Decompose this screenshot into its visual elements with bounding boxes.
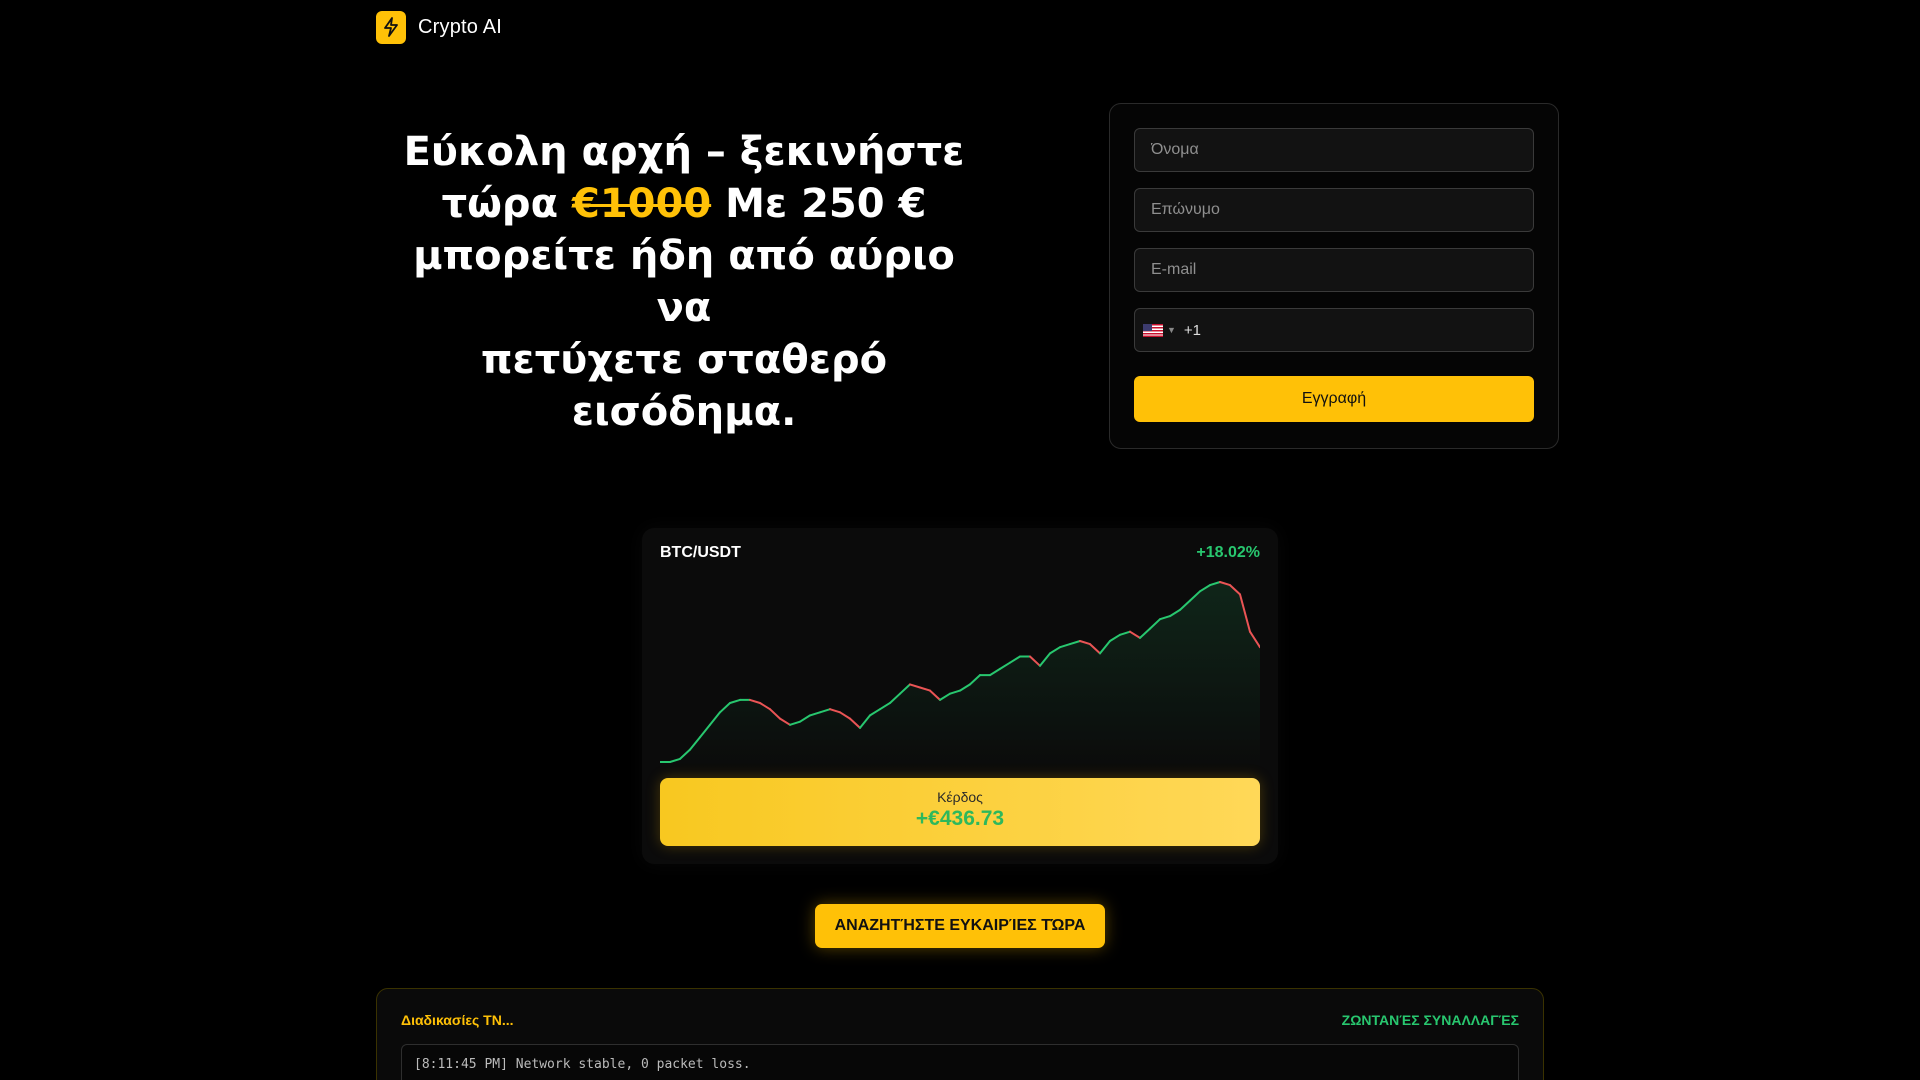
header: Crypto AI [376, 10, 502, 44]
phone-input[interactable] [1201, 309, 1533, 351]
price-change: +18.02% [1196, 544, 1260, 561]
register-button[interactable]: Εγγραφή [1134, 376, 1534, 422]
email-field[interactable] [1134, 248, 1534, 292]
hero-line-2: τώρα €1000 Με 250 € [384, 178, 984, 230]
live-trades-label: ΖΩΝΤΑΝΈΣ ΣΥΝΑΛΛΑΓΈΣ [1341, 1012, 1519, 1028]
profit-label: Κέρδος [937, 789, 983, 805]
terminal-panel: Διαδικασίες TN... ΖΩΝΤΑΝΈΣ ΣΥΝΑΛΛΑΓΈΣ [8… [376, 988, 1544, 1080]
profit-value: +€436.73 [915, 807, 1005, 830]
log-box: [8:11:45 PM] Network stable, 0 packet lo… [401, 1044, 1519, 1080]
terminal-title: Διαδικασίες TN... [401, 1012, 514, 1028]
dial-code: +1 [1183, 321, 1202, 339]
logo[interactable] [376, 10, 406, 44]
trading-pair: BTC/USDT [660, 544, 741, 561]
hero-line-2-post: Με 250 € [725, 181, 927, 227]
chart-area [660, 582, 1260, 772]
price-chart [660, 581, 1260, 772]
profit-box: Κέρδος +€436.73 [660, 778, 1260, 846]
hero-line-3: μπορείτε ήδη από αύριο να [413, 233, 955, 331]
hero-line-1: Εύκολη αρχή – ξεκινήστε [403, 129, 965, 175]
us-flag-icon[interactable] [1143, 323, 1163, 337]
hero-line-2-pre: τώρα [441, 181, 559, 227]
chart-card: BTC/USDT +18.02% Κέρδος +€436.73 [642, 528, 1278, 864]
phone-field: ▼ +1 [1134, 308, 1534, 352]
signup-form: ▼ +1 Εγγραφή [1109, 103, 1559, 449]
hero-headline: Εύκολη αρχή – ξεκινήστε τώρα €1000 Με 25… [384, 126, 984, 438]
chevron-down-icon[interactable]: ▼ [1167, 325, 1176, 335]
log-line: [8:11:45 PM] Network stable, 0 packet lo… [414, 1057, 751, 1072]
hero-line-4: πετύχετε σταθερό εισόδημα. [480, 337, 888, 435]
old-price: €1000 [571, 181, 712, 227]
lightning-icon [384, 17, 398, 37]
last-name-field[interactable] [1134, 188, 1534, 232]
search-opportunities-button[interactable]: ΑΝΑΖΗΤΉΣΤΕ ΕΥΚΑΙΡΊΕΣ ΤΏΡΑ [815, 904, 1105, 948]
first-name-field[interactable] [1134, 128, 1534, 172]
brand-name: Crypto AI [418, 15, 503, 38]
